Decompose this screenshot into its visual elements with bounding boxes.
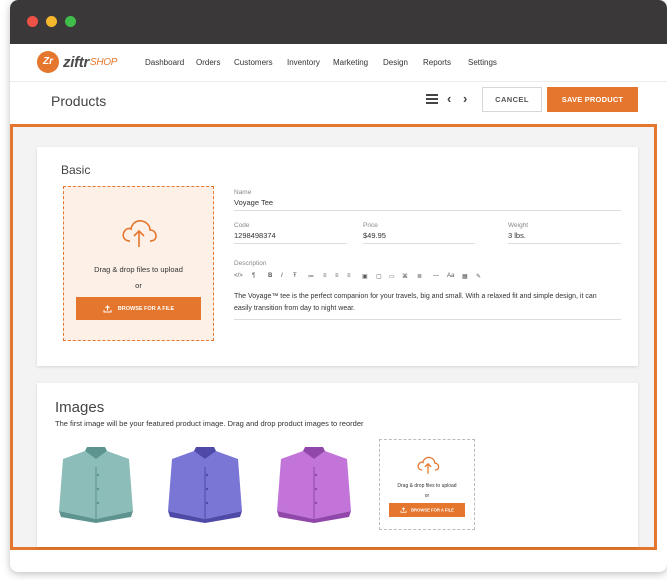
hamburger-icon[interactable] [426, 94, 438, 104]
italic-icon[interactable]: I [281, 273, 283, 279]
nav-item-reports[interactable]: Reports [423, 58, 451, 67]
file-icon[interactable]: ▭ [389, 273, 395, 280]
weight-field[interactable]: 3 lbs. [508, 231, 526, 240]
browser-window: Zr ziftrSHOP Dashboard Orders Customers … [10, 0, 667, 572]
nav-item-orders[interactable]: Orders [196, 58, 220, 67]
description-underline [234, 319, 621, 320]
product-image-1[interactable] [55, 445, 137, 523]
font-size-icon[interactable]: Aa [447, 273, 454, 279]
code-field-underline [234, 243, 347, 244]
nav-item-customers[interactable]: Customers [234, 58, 273, 67]
code-view-icon[interactable]: </> [234, 273, 243, 279]
bold-icon[interactable]: B [268, 273, 272, 279]
weight-label: Weight [508, 222, 529, 229]
nav-item-inventory[interactable]: Inventory [287, 58, 320, 67]
shirt-button [205, 501, 209, 505]
description-label: Description [234, 260, 267, 267]
shirt-button [96, 487, 100, 491]
page-title: Products [51, 93, 107, 109]
nav-item-design[interactable]: Design [383, 58, 408, 67]
title-bar [10, 0, 667, 44]
image-browse-file-label: BROWSE FOR A FILE [411, 507, 454, 513]
shirt-button [205, 473, 209, 477]
name-field-underline [234, 210, 621, 211]
rich-text-toolbar: </> ¶ B I Ŧ ≔ ≡ ≡ ≡ ▣ ▢ ▭ ⌘ ≣ — Aa ▦ ✎ [234, 273, 504, 283]
image-upload-or: or [424, 493, 430, 499]
shirt-button [205, 487, 209, 491]
description-editor[interactable]: The Voyage™ tee is the perfect companion… [234, 291, 614, 314]
basic-card: Basic Drag & drop files to upload or BRO… [37, 147, 638, 366]
images-section-title: Images [55, 399, 105, 416]
logo-suffix: SHOP [90, 57, 118, 68]
upload-or: or [135, 281, 142, 290]
browse-file-button[interactable]: BROWSE FOR A FILE [76, 297, 201, 320]
images-card: Images The first image will be your feat… [37, 383, 638, 547]
cancel-button[interactable]: CANCEL [482, 87, 542, 112]
video-icon[interactable]: ▢ [376, 273, 382, 280]
image-upload-dropzone[interactable]: Drag & drop files to upload or BROWSE FO… [379, 439, 475, 530]
unordered-list-icon[interactable]: ≔ [308, 273, 314, 280]
align-center-icon[interactable]: ≡ [335, 273, 339, 279]
grid-icon[interactable]: ▦ [462, 273, 468, 280]
align-right-icon[interactable]: ≡ [347, 273, 351, 279]
shirt-button [314, 501, 318, 505]
shirt-button [314, 473, 318, 477]
logo-wordmark[interactable]: ziftrSHOP [63, 54, 117, 71]
logo-icon[interactable]: Zr [37, 51, 59, 73]
nav-item-marketing[interactable]: Marketing [333, 58, 368, 67]
upload-instruction: Drag & drop files to upload [94, 265, 183, 274]
edit-icon[interactable]: ✎ [476, 273, 481, 280]
minimize-window-button[interactable] [46, 16, 57, 27]
name-label: Name [234, 189, 252, 196]
image-browse-file-button[interactable]: BROWSE FOR A FILE [389, 503, 465, 517]
chevron-right-icon[interactable]: › [463, 91, 467, 106]
weight-field-underline [508, 243, 621, 244]
horizontal-rule-icon[interactable]: — [433, 273, 439, 279]
image-icon[interactable]: ▣ [362, 273, 368, 280]
basic-section-title: Basic [61, 163, 91, 177]
maximize-window-button[interactable] [65, 16, 76, 27]
code-label: Code [234, 222, 250, 229]
product-image-3[interactable] [273, 445, 355, 523]
price-field[interactable]: $49.95 [363, 231, 386, 240]
align-left-icon[interactable]: ≡ [323, 273, 327, 279]
cloud-upload-icon [417, 456, 440, 474]
cloud-upload-icon [122, 220, 157, 247]
upload-icon [400, 507, 407, 513]
paragraph-icon[interactable]: ¶ [252, 273, 255, 279]
table-icon[interactable]: ≣ [417, 273, 422, 280]
nav-item-dashboard[interactable]: Dashboard [145, 58, 184, 67]
product-image-2[interactable] [164, 445, 246, 523]
upload-icon [103, 304, 112, 312]
shirt-button [314, 487, 318, 491]
strikethrough-icon[interactable]: Ŧ [293, 273, 297, 279]
name-field[interactable]: Voyage Tee [234, 198, 273, 207]
image-upload-instruction: Drag & drop files to upload [397, 483, 457, 489]
link-icon[interactable]: ⌘ [402, 273, 408, 280]
logo-name: ziftr [63, 54, 89, 71]
code-field[interactable]: 1298498374 [234, 231, 276, 240]
top-navigation: Zr ziftrSHOP Dashboard Orders Customers … [10, 44, 667, 82]
chevron-left-icon[interactable]: ‹ [447, 91, 451, 106]
images-instructions: The first image will be your featured pr… [55, 419, 364, 428]
browse-file-label: BROWSE FOR A FILE [117, 305, 175, 312]
nav-item-settings[interactable]: Settings [468, 58, 497, 67]
shirt-button [96, 473, 100, 477]
close-window-button[interactable] [27, 16, 38, 27]
price-label: Price [363, 222, 378, 229]
price-field-underline [363, 243, 475, 244]
main-upload-dropzone[interactable]: Drag & drop files to upload or BROWSE FO… [63, 186, 214, 341]
shirt-button [96, 501, 100, 505]
save-product-button[interactable]: SAVE PRODUCT [547, 87, 638, 112]
product-editor-region: Basic Drag & drop files to upload or BRO… [10, 124, 657, 550]
